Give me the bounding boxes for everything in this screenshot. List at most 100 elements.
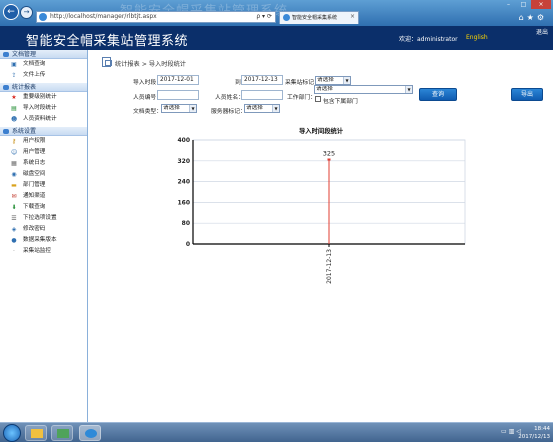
notice-icon: ✉ [11,193,17,200]
sidebar-item-password[interactable]: ◈ 修改密码 [0,224,87,235]
x-tick-label: 2017-12-13 [326,249,333,284]
sidebar-item-label: 用户权限 [23,138,46,144]
sidebar-item-user-mgmt[interactable]: ☺ 用户管理 [0,147,87,158]
folder-icon [31,429,43,438]
sidebar-section-reports[interactable]: 统计报表 [0,83,87,92]
user-icon: ☺ [11,149,18,156]
keyboard-icon[interactable]: ▭ [501,428,509,435]
sidebar-item-label: 部门管理 [23,182,46,188]
sidebar-item-label: 采集站监控 [23,248,51,254]
ie-icon [85,429,97,438]
address-url: http://localhost/manager/rlbtjt.aspx [50,13,157,20]
address-bar[interactable]: http://localhost/manager/rlbtjt.aspx ρ ▾… [36,11,276,23]
minimize-icon[interactable]: – [501,0,516,9]
y-tick-label: 240 [177,179,190,186]
section-label: 文档管理 [12,51,37,58]
welcome-text: 欢迎：administrator [399,36,458,43]
sidebar-item-import-stats[interactable]: ▤ 导入时段统计 [0,103,87,114]
forward-button[interactable]: → [20,6,33,19]
tab-title: 智能安全帽采集系统 [292,15,338,21]
start-button[interactable] [3,424,21,442]
sidebar-item-syslog[interactable]: ▦ 系统日志 [0,158,87,169]
sidebar-item-level-stats[interactable]: ★ 重要级别统计 [0,92,87,103]
monitor-icon: · [13,248,15,255]
sidebar-item-label: 下拉选项设置 [23,215,57,221]
back-button[interactable]: ← [3,4,19,20]
section-icon [3,129,9,134]
sidebar-item-dept[interactable]: ▬ 部门管理 [0,180,87,191]
disk-icon: ◉ [11,171,17,178]
sidebar-item-user-perm[interactable]: ⚷ 用户权限 [0,136,87,147]
forward-arrow-icon: → [23,8,30,16]
sidebar-section-settings[interactable]: 系统设置 [0,127,87,136]
close-window-icon[interactable]: × [531,0,551,9]
sidebar-item-label: 修改密码 [23,226,46,232]
app-icon [57,429,69,438]
app-header: 智能安全帽采集站管理系统 欢迎：administrator English 退出 [0,26,553,50]
ie-page-icon [39,13,47,21]
log-icon: ▦ [11,160,17,167]
star-icon: ★ [11,94,17,101]
sidebar-item-label: 文件上传 [23,72,46,78]
sidebar-item-label: 下载查询 [23,204,46,210]
taskbar-app-tool[interactable] [51,425,73,441]
sidebar-section-docs[interactable]: 文档管理 [0,50,87,59]
y-tick-label: 400 [177,137,190,144]
sidebar-item-monitor[interactable]: · 采集站监控 [0,246,87,257]
sidebar: 文档管理 ▣ 文档查询 ⇪ 文件上传 统计报表 ★ 重要级别统计 ▤ 导入时段统计 ☻ 人… [0,50,88,422]
y-tick-label: 320 [177,158,190,165]
maximize-icon[interactable]: □ [516,0,531,9]
tab-favicon-icon [283,14,290,21]
section-icon [3,85,9,90]
import-icon: ▤ [11,105,17,112]
browser-chrome: 智能安全帽采集站管理系统 ← → http://localhost/manage… [0,0,553,26]
bar-cap [327,158,331,161]
sidebar-item-label: 导入时段统计 [23,105,57,111]
sidebar-item-people-stats[interactable]: ☻ 人员资料统计 [0,114,87,125]
tab-close-icon[interactable]: × [350,13,355,20]
people-icon: ☻ [11,116,18,123]
sidebar-item-label: 磁盘空间 [23,171,46,177]
folder-icon: ▬ [11,182,17,189]
window-controls: – □ × [501,0,551,9]
y-tick-label: 80 [182,220,190,227]
browser-tab[interactable]: 智能安全帽采集系统 × [279,11,359,24]
refresh-icon[interactable]: ρ ▾ ⟳ [256,13,272,20]
clock-time: 18:44 [534,426,550,432]
y-tick-label: 0 [186,241,190,248]
sidebar-item-label: 数据采集版本 [23,237,57,243]
y-tick-label: 160 [177,199,190,206]
sidebar-item-file-upload[interactable]: ⇪ 文件上传 [0,70,87,81]
app-title: 智能安全帽采集站管理系统 [26,34,189,49]
main-content: 统计报表 > 导入时段统计 导入时段： 2017-12-01 到 2017-12… [89,50,553,422]
logout-link[interactable]: 退出 [536,27,548,36]
back-arrow-icon: ← [7,7,15,17]
sidebar-item-disk[interactable]: ◉ 磁盘空间 [0,169,87,180]
sidebar-item-label: 系统日志 [23,160,46,166]
home-icon[interactable]: ⌂ [519,13,527,22]
sidebar-item-label: 文档查询 [23,61,46,67]
sidebar-item-label: 用户管理 [23,149,46,155]
section-label: 统计报表 [12,84,37,91]
version-icon: ● [11,237,17,244]
taskbar-clock[interactable]: 18:44 2017/12/13 [518,425,550,441]
section-icon [3,52,9,57]
key-icon: ⚷ [11,138,17,145]
download-icon: ⬇ [11,204,17,211]
sidebar-item-doc-search[interactable]: ▣ 文档查询 [0,59,87,70]
taskbar-app-ie[interactable] [79,425,101,441]
sidebar-item-version[interactable]: ● 数据采集版本 [0,235,87,246]
sidebar-item-download[interactable]: ⬇ 下载查询 [0,202,87,213]
settings-gear-icon[interactable]: ⚙ [537,13,547,22]
sidebar-item-label: 人员资料统计 [23,116,57,122]
taskbar-app-explorer[interactable] [25,425,47,441]
favorites-icon[interactable]: ★ [527,13,537,22]
language-link[interactable]: English [466,34,488,41]
browser-tools: ⌂★⚙ [519,13,547,22]
list-icon: ☰ [11,215,17,222]
sidebar-item-notice[interactable]: ✉ 通知渠道 [0,191,87,202]
sidebar-item-label: 重要级别统计 [23,94,57,100]
sidebar-item-dropdown-opts[interactable]: ☰ 下拉选项设置 [0,213,87,224]
sidebar-item-label: 通知渠道 [23,193,46,199]
data-label: 325 [323,150,335,158]
